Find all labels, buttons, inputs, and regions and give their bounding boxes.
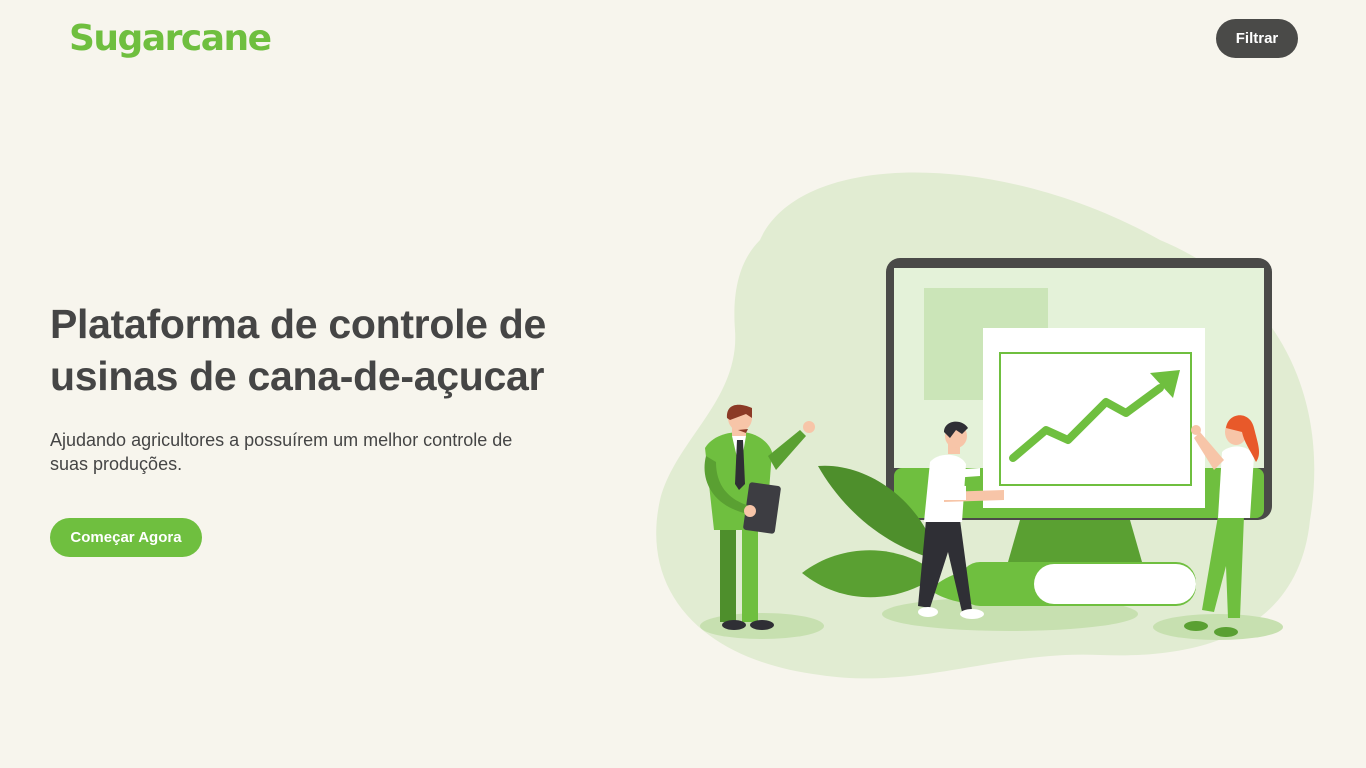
hero-section: Plataforma de controle de usinas de cana… xyxy=(50,298,610,476)
start-now-button[interactable]: Começar Agora xyxy=(50,518,202,557)
growth-chart-team-illustration xyxy=(656,172,1315,679)
hero-subtitle-line-2: suas produções. xyxy=(50,454,183,474)
hero-subtitle-line-1: Ajudando agricultores a possuírem um mel… xyxy=(50,430,513,450)
logo[interactable]: Sugarcane xyxy=(69,18,272,59)
monitor-stand xyxy=(1008,520,1142,562)
hero-title-line-2: usinas de cana-de-açucar xyxy=(50,353,545,399)
hero-subtitle: Ajudando agricultores a possuírem um mel… xyxy=(50,428,590,476)
book-pages xyxy=(1034,564,1196,604)
ground-shadow-right xyxy=(1153,614,1283,640)
header: Sugarcane Filtrar xyxy=(0,0,1366,80)
hero-title: Plataforma de controle de usinas de cana… xyxy=(50,298,610,402)
hero-title-line-1: Plataforma de controle de xyxy=(50,301,547,347)
filter-button[interactable]: Filtrar xyxy=(1216,19,1298,58)
